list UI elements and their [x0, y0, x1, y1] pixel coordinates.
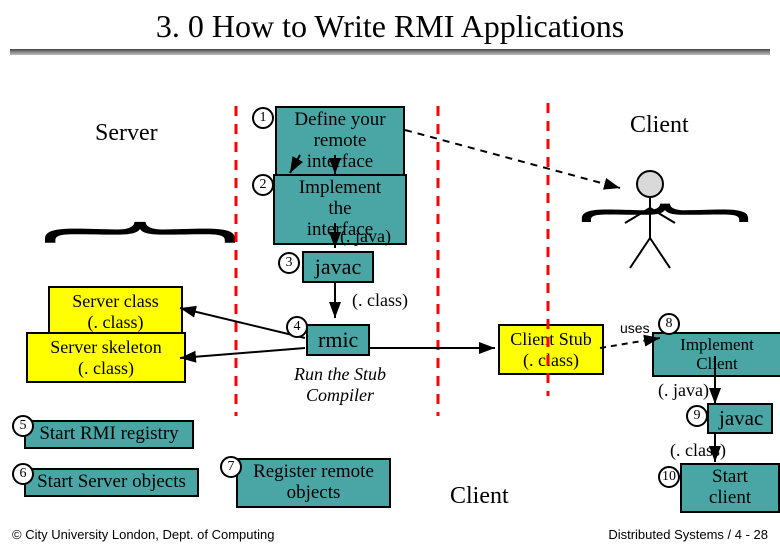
step-box-javac-client: javac	[707, 403, 773, 434]
step-number-3: 3	[278, 252, 300, 274]
step-box-rmic: rmic	[306, 324, 370, 356]
title-underline	[10, 49, 770, 55]
server-label: Server	[95, 120, 158, 147]
step-number-1: 1	[252, 107, 274, 129]
step-box-start-registry: Start RMI registry	[24, 420, 194, 449]
class-ext-label-2: (. class)	[670, 440, 726, 461]
step-number-6: 6	[12, 463, 34, 485]
stick-figure-icon	[620, 168, 680, 278]
step-box-register-remote: Register remote objects	[236, 458, 391, 508]
step-number-10: 10	[658, 466, 680, 488]
client-label: Client	[630, 112, 689, 139]
step-number-8: 8	[658, 313, 680, 335]
step-number-9: 9	[686, 405, 708, 427]
server-brace: ︷	[40, 198, 240, 222]
client-bottom-label: Client	[450, 483, 509, 510]
class-ext-label-1: (. class)	[352, 290, 408, 311]
uses-label: uses	[620, 320, 650, 336]
step-box-define-interface: Define your remote interface	[275, 106, 405, 177]
step-number-4: 4	[286, 316, 308, 338]
step-box-implement-client: Implement Client	[652, 332, 780, 377]
step-number-7: 7	[220, 456, 242, 478]
java-ext-label-2: (. java)	[658, 380, 709, 401]
java-ext-label-1: (. java)	[340, 226, 391, 247]
step-box-start-client: Start client	[680, 463, 780, 513]
client-stub-box: Client Stub (. class)	[498, 324, 604, 375]
step-box-javac: javac	[302, 251, 374, 283]
server-skeleton-box: Server skeleton (. class)	[26, 332, 186, 383]
page-title: 3. 0 How to Write RMI Applications	[0, 8, 780, 45]
run-stub-caption: Run the Stub Compiler	[275, 364, 405, 406]
server-class-box: Server class (. class)	[48, 286, 183, 337]
step-number-2: 2	[252, 174, 274, 196]
step-box-start-server: Start Server objects	[24, 468, 199, 497]
step-number-5: 5	[12, 415, 34, 437]
